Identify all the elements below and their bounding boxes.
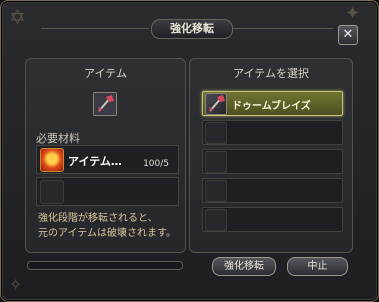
- empty-slot-icon: [205, 180, 227, 202]
- close-button[interactable]: ✕: [338, 25, 358, 45]
- empty-slot-icon: [40, 180, 64, 204]
- item-panel: アイテム 必要材料 アイテム… 100/5 強化段階が移転されると、 元のアイテ…: [25, 58, 186, 253]
- title-divider: [233, 28, 333, 29]
- item-panel-header: アイテム: [84, 67, 127, 80]
- item-slot[interactable]: [202, 178, 343, 203]
- close-icon: ✕: [342, 27, 354, 42]
- corner-hexagram-icon: ✡: [9, 5, 26, 29]
- material-row[interactable]: [36, 177, 179, 206]
- material-count: 100/5: [143, 159, 169, 169]
- item-select-panel: アイテムを選択 ドゥームブレイズ: [189, 58, 353, 253]
- window-title: 強化移転: [151, 19, 233, 39]
- material-row[interactable]: アイテム… 100/5: [36, 145, 179, 174]
- empty-slot-icon: [205, 209, 227, 231]
- warning-line: 元のアイテムは破壊されます。: [38, 228, 176, 239]
- corner-ornament-icon: ✦: [345, 3, 361, 24]
- weapon-axe-icon[interactable]: [93, 92, 117, 116]
- title-divider: [41, 28, 149, 29]
- red-gem-icon: [40, 148, 64, 172]
- item-slot[interactable]: [202, 207, 343, 232]
- corner-ornament-icon: ✧: [9, 275, 23, 294]
- item-slot-selected[interactable]: ドゥームブレイズ: [202, 91, 343, 116]
- empty-slot-icon: [205, 151, 227, 173]
- transfer-button[interactable]: 強化移転: [212, 257, 276, 276]
- empty-slot-icon: [205, 122, 227, 144]
- required-materials-label: 必要材料: [36, 132, 80, 145]
- material-name: アイテム…: [68, 155, 122, 168]
- cancel-button[interactable]: 中止: [287, 257, 348, 276]
- warning-line: 強化段階が移転されると、: [38, 213, 158, 224]
- item-select-header: アイテムを選択: [233, 67, 309, 80]
- weapon-axe-icon: [205, 93, 227, 115]
- transfer-progress-bar: [27, 261, 183, 270]
- item-slot-label: ドゥームブレイズ: [232, 101, 311, 112]
- item-slot[interactable]: [202, 120, 343, 145]
- warning-text: 強化段階が移転されると、 元のアイテムは破壊されます。: [38, 211, 183, 241]
- enhancement-transfer-window: ✡ ✦ ✧ 強化移転 ✕ アイテム 必要材料 アイテム… 100/5 強化段階が: [0, 0, 379, 302]
- item-slot[interactable]: [202, 149, 343, 174]
